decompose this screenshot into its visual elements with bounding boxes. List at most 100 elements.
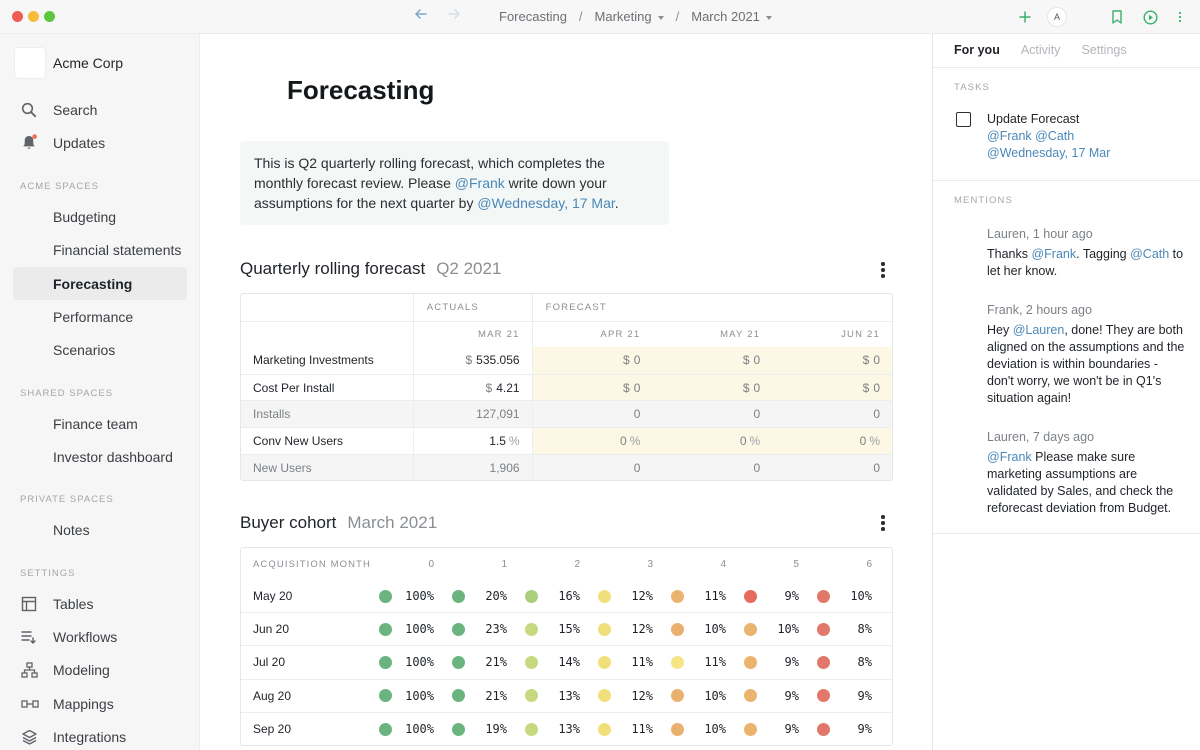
more-vertical-icon[interactable] — [1174, 7, 1186, 27]
table-cell: 100% — [373, 722, 446, 736]
retention-dot-icon — [525, 589, 538, 603]
sidebar-item-modeling[interactable]: Modeling — [13, 653, 187, 686]
cell-value: 9% — [784, 655, 799, 670]
cohort-month: Aug 20 — [253, 688, 292, 703]
avatar[interactable]: A — [1047, 7, 1067, 27]
forecast-section-header: Quarterly rolling forecast Q2 2021 — [240, 259, 501, 279]
sidebar-item-financial-statements[interactable]: Financial statements — [13, 233, 187, 266]
bookmark-icon[interactable] — [1108, 7, 1126, 27]
org-switcher[interactable]: Acme Corp — [14, 47, 123, 79]
sidebar-item-notes[interactable]: Notes — [13, 513, 187, 546]
cell-value: 0 — [620, 433, 627, 448]
sidebar-item-label: Budgeting — [53, 208, 117, 225]
sidebar: Acme Corp Search Updates ACME SPACES Bud… — [0, 34, 200, 750]
forward-arrow-icon[interactable] — [445, 7, 463, 25]
divider — [933, 180, 1200, 181]
table-cell[interactable]: $4.21 — [412, 374, 533, 401]
mention-link[interactable]: @Frank — [987, 450, 1032, 464]
sidebar-item-budgeting[interactable]: Budgeting — [13, 200, 187, 233]
back-arrow-icon[interactable] — [412, 7, 430, 25]
table-cell: 13% — [519, 689, 592, 703]
table-cell[interactable]: $0 — [652, 374, 773, 401]
cell-value: 100% — [405, 722, 434, 737]
maximize-window-button[interactable] — [44, 11, 55, 22]
cell-value: 127,091 — [476, 407, 520, 422]
retention-dot-icon — [598, 622, 611, 636]
table-cell[interactable]: 0% — [652, 428, 773, 454]
bell-icon — [13, 134, 53, 151]
mention-item[interactable]: Lauren, 7 days ago @Frank Please make su… — [987, 429, 1187, 517]
sidebar-item-updates[interactable]: Updates — [13, 126, 187, 159]
table-cell: 9% — [738, 655, 811, 669]
table-cell: 19% — [446, 722, 519, 736]
breadcrumb-marketing[interactable]: Marketing — [595, 9, 664, 24]
sidebar-item-scenarios[interactable]: Scenarios — [13, 333, 187, 366]
sidebar-item-mappings[interactable]: Mappings — [13, 687, 187, 720]
table-cell[interactable]: $0 — [772, 347, 892, 374]
table-cell[interactable]: $0 — [652, 347, 773, 374]
table-cell[interactable]: $535.056 — [412, 347, 533, 374]
forecast-group-header: ACTUALS FORECAST — [241, 294, 892, 321]
add-icon[interactable] — [1016, 7, 1034, 27]
sidebar-item-tables[interactable]: Tables — [13, 587, 187, 620]
mention-link[interactable]: @Frank — [1031, 247, 1076, 261]
mention-item[interactable]: Lauren, 1 hour ago Thanks @Frank. Taggin… — [987, 226, 1187, 280]
mention-meta: Lauren, 7 days ago — [987, 430, 1095, 444]
table-cell[interactable]: 0% — [532, 428, 653, 454]
mention-meta: Frank, 2 hours ago — [987, 303, 1092, 317]
sidebar-item-performance[interactable]: Performance — [13, 300, 187, 333]
forecast-more-icon[interactable] — [875, 262, 891, 278]
table-cell: 16% — [519, 589, 592, 603]
play-icon[interactable] — [1141, 7, 1159, 27]
breadcrumb-month[interactable]: March 2021 — [691, 9, 772, 24]
currency-symbol: $ — [742, 380, 750, 395]
tab-for-you[interactable]: For you — [954, 43, 1000, 57]
mentions-label: MENTIONS — [954, 195, 1013, 206]
retention-dot-icon — [817, 689, 830, 703]
task-mentions[interactable]: @Frank @Cath — [987, 128, 1110, 145]
table-cell: 1,906 — [412, 454, 533, 481]
cohort-title: Buyer cohort — [240, 513, 337, 532]
task-checkbox[interactable] — [956, 112, 971, 127]
sidebar-item-forecasting[interactable]: Forecasting — [13, 267, 187, 300]
sidebar-item-label: Integrations — [53, 728, 127, 745]
mention-link[interactable]: @Cath — [1130, 247, 1169, 261]
column-header: APR 21 — [600, 329, 641, 340]
sidebar-item-investor-dashboard[interactable]: Investor dashboard — [13, 440, 187, 473]
cell-value: 1,906 — [489, 460, 520, 475]
tab-settings[interactable]: Settings — [1081, 43, 1126, 57]
mention-meta: Lauren, 1 hour ago — [987, 227, 1093, 241]
table-cell[interactable]: 0% — [772, 428, 892, 454]
date-mention-link[interactable]: @Wednesday, 17 Mar — [477, 195, 614, 211]
cell-value: 13% — [558, 722, 580, 737]
row-label: Conv New Users — [253, 433, 344, 448]
task-due-date[interactable]: @Wednesday, 17 Mar — [987, 145, 1110, 162]
sidebar-item-finance-team[interactable]: Finance team — [13, 407, 187, 440]
close-window-button[interactable] — [12, 11, 23, 22]
mention-link[interactable]: @Frank — [455, 175, 505, 191]
cell-value: 9% — [784, 688, 799, 703]
percent-symbol: % — [629, 433, 641, 448]
retention-dot-icon — [744, 689, 757, 703]
table-cell[interactable]: 1.5% — [412, 428, 533, 454]
cell-value: 8% — [857, 622, 872, 637]
cell-value: 9% — [784, 722, 799, 737]
minimize-window-button[interactable] — [28, 11, 39, 22]
cell-value: 0 — [633, 380, 641, 395]
sidebar-item-label: Financial statements — [53, 241, 182, 258]
cell-value: 100% — [405, 655, 434, 670]
mention-link[interactable]: @Lauren — [1013, 323, 1065, 337]
sidebar-item-workflows[interactable]: Workflows — [13, 620, 187, 653]
percent-symbol: % — [749, 433, 761, 448]
table-cell[interactable]: $0 — [532, 347, 653, 374]
sidebar-item-search[interactable]: Search — [13, 93, 187, 126]
breadcrumb-forecasting[interactable]: Forecasting — [499, 9, 567, 24]
sidebar-item-integrations[interactable]: Integrations — [13, 720, 187, 750]
table-cell[interactable]: $0 — [532, 374, 653, 401]
cell-value: 9% — [857, 722, 872, 737]
mention-item[interactable]: Frank, 2 hours ago Hey @Lauren, done! Th… — [987, 302, 1187, 407]
table-cell[interactable]: $0 — [772, 374, 892, 401]
tab-activity[interactable]: Activity — [1021, 43, 1061, 57]
cell-value: 11% — [704, 589, 726, 603]
cohort-more-icon[interactable] — [875, 515, 891, 531]
